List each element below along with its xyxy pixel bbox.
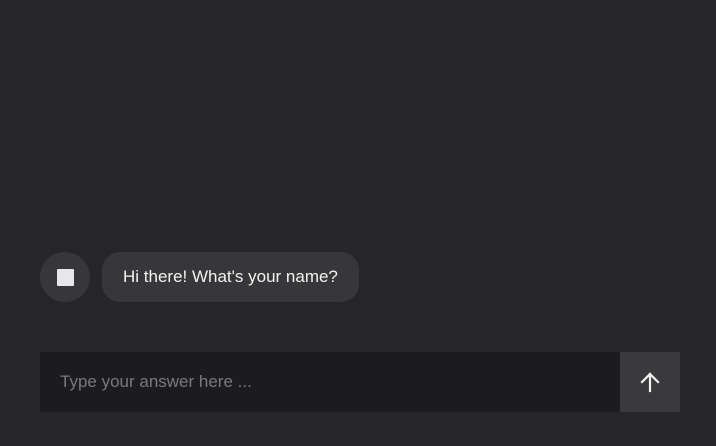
message-bubble: Hi there! What's your name? <box>102 252 359 302</box>
bot-message: Hi there! What's your name? <box>40 252 680 302</box>
bot-avatar <box>40 252 90 302</box>
send-button[interactable] <box>620 352 680 412</box>
answer-input[interactable] <box>40 352 620 412</box>
square-icon <box>56 268 74 286</box>
message-list: Hi there! What's your name? <box>40 252 680 302</box>
answer-composer <box>40 352 680 412</box>
arrow-up-icon <box>639 371 661 393</box>
chat-app: Hi there! What's your name? <box>0 0 716 446</box>
